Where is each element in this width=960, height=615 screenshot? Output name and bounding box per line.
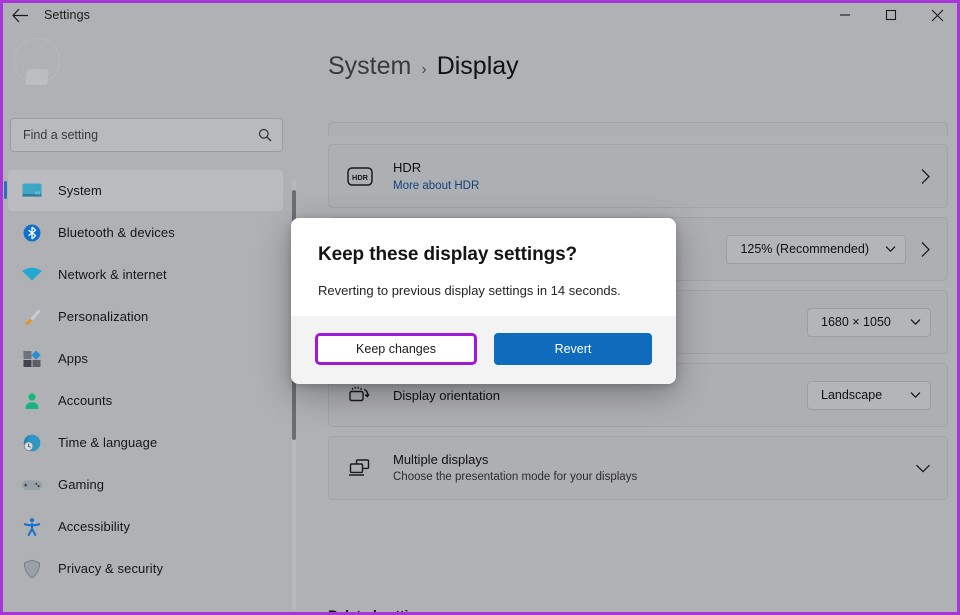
title-bar: Settings (0, 0, 960, 30)
sidebar-item-label: Network & internet (58, 267, 167, 282)
row-title: Multiple displays (393, 451, 901, 468)
resolution-dropdown[interactable]: 1680 × 1050 (807, 308, 931, 337)
wifi-icon (18, 264, 46, 286)
revert-button[interactable]: Revert (494, 333, 652, 365)
scale-dropdown[interactable]: 125% (Recommended) (726, 235, 906, 264)
row-multiple-displays[interactable]: Multiple displays Choose the presentatio… (329, 437, 947, 499)
sidebar-item-label: Bluetooth & devices (58, 225, 175, 240)
sidebar-item-accounts[interactable]: Accounts (8, 380, 283, 421)
bluetooth-icon (18, 222, 46, 244)
more-about-hdr-link[interactable]: More about HDR (393, 180, 479, 192)
back-arrow-icon (12, 8, 29, 23)
shield-icon (18, 558, 46, 580)
apps-icon (18, 348, 46, 370)
accessibility-icon (18, 516, 46, 538)
chevron-down-icon (910, 315, 921, 329)
scale-value: 125% (Recommended) (740, 242, 869, 256)
row-text-group: Display orientation (393, 387, 807, 404)
row-hdr[interactable]: HDR HDR More about HDR (329, 145, 947, 207)
multiple-monitors-icon (345, 458, 375, 478)
breadcrumb: System › Display (328, 52, 960, 81)
row-title: Display orientation (393, 387, 807, 404)
sidebar-item-label: Apps (58, 351, 88, 366)
sidebar-item-personalization[interactable]: Personalization (8, 296, 283, 337)
minimize-button[interactable] (822, 0, 868, 30)
chevron-down-icon (910, 388, 921, 402)
page-title: Display (437, 52, 519, 81)
sidebar-item-privacy-security[interactable]: Privacy & security (8, 548, 283, 589)
window-controls (822, 0, 960, 30)
sidebar-item-network-internet[interactable]: Network & internet (8, 254, 283, 295)
breadcrumb-parent[interactable]: System (328, 52, 411, 81)
dialog-title: Keep these display settings? (318, 244, 649, 266)
sidebar-item-label: Privacy & security (58, 561, 163, 576)
breadcrumb-separator-icon: › (421, 61, 426, 79)
search-box[interactable] (10, 118, 283, 152)
keep-changes-button[interactable]: Keep changes (315, 333, 477, 365)
settings-card-hdr[interactable]: HDR HDR More about HDR (328, 144, 948, 208)
close-button[interactable] (914, 0, 960, 30)
chevron-down-icon (885, 242, 896, 256)
sidebar-item-apps[interactable]: Apps (8, 338, 283, 379)
row-text-group: HDR More about HDR (393, 159, 906, 194)
sidebar-nav: System Bluetooth & devices Network & int… (0, 170, 297, 589)
chevron-down-icon[interactable] (915, 463, 931, 474)
chevron-right-icon[interactable] (920, 241, 931, 258)
svg-text:HDR: HDR (352, 172, 369, 181)
sidebar-item-label: Accounts (58, 393, 112, 408)
search-input[interactable] (23, 128, 258, 142)
resolution-value: 1680 × 1050 (821, 315, 891, 329)
brush-icon (18, 306, 46, 328)
maximize-icon (885, 9, 897, 21)
row-subtitle: Choose the presentation mode for your di… (393, 469, 901, 485)
sidebar-item-bluetooth-devices[interactable]: Bluetooth & devices (8, 212, 283, 253)
chevron-right-icon[interactable] (920, 168, 931, 185)
sidebar-item-label: Gaming (58, 477, 104, 492)
keep-display-settings-dialog: Keep these display settings? Reverting t… (291, 218, 676, 384)
maximize-button[interactable] (868, 0, 914, 30)
orientation-dropdown[interactable]: Landscape (807, 381, 931, 410)
sidebar: System Bluetooth & devices Network & int… (0, 30, 297, 615)
minimize-icon (839, 9, 851, 21)
sidebar-item-label: System (58, 183, 102, 198)
back-button[interactable] (0, 0, 40, 30)
settings-card-partial-top (328, 122, 948, 136)
avatar (14, 38, 60, 84)
sidebar-item-system[interactable]: System (8, 170, 283, 211)
sidebar-item-accessibility[interactable]: Accessibility (8, 506, 283, 547)
row-text-group: Multiple displays Choose the presentatio… (393, 451, 901, 485)
sidebar-item-time-language[interactable]: Time & language (8, 422, 283, 463)
search-icon (258, 128, 272, 142)
clock-globe-icon (18, 432, 46, 454)
monitor-icon (18, 180, 46, 202)
dialog-body: Keep these display settings? Reverting t… (291, 218, 676, 316)
related-settings-heading: Related settings (328, 608, 432, 615)
sidebar-item-label: Time & language (58, 435, 157, 450)
app-title: Settings (44, 8, 90, 22)
settings-card-multiple-displays[interactable]: Multiple displays Choose the presentatio… (328, 436, 948, 500)
close-icon (931, 9, 944, 22)
user-profile-block (0, 30, 297, 118)
dialog-message: Reverting to previous display settings i… (318, 283, 649, 298)
row-title: HDR (393, 159, 906, 176)
sidebar-item-label: Accessibility (58, 519, 130, 534)
dialog-footer: Keep changes Revert (291, 316, 676, 384)
hdr-icon: HDR (345, 167, 375, 186)
rotate-icon (345, 385, 375, 405)
sidebar-item-label: Personalization (58, 309, 148, 324)
orientation-value: Landscape (821, 388, 882, 402)
gamepad-icon (18, 474, 46, 496)
person-icon (18, 390, 46, 412)
sidebar-item-gaming[interactable]: Gaming (8, 464, 283, 505)
